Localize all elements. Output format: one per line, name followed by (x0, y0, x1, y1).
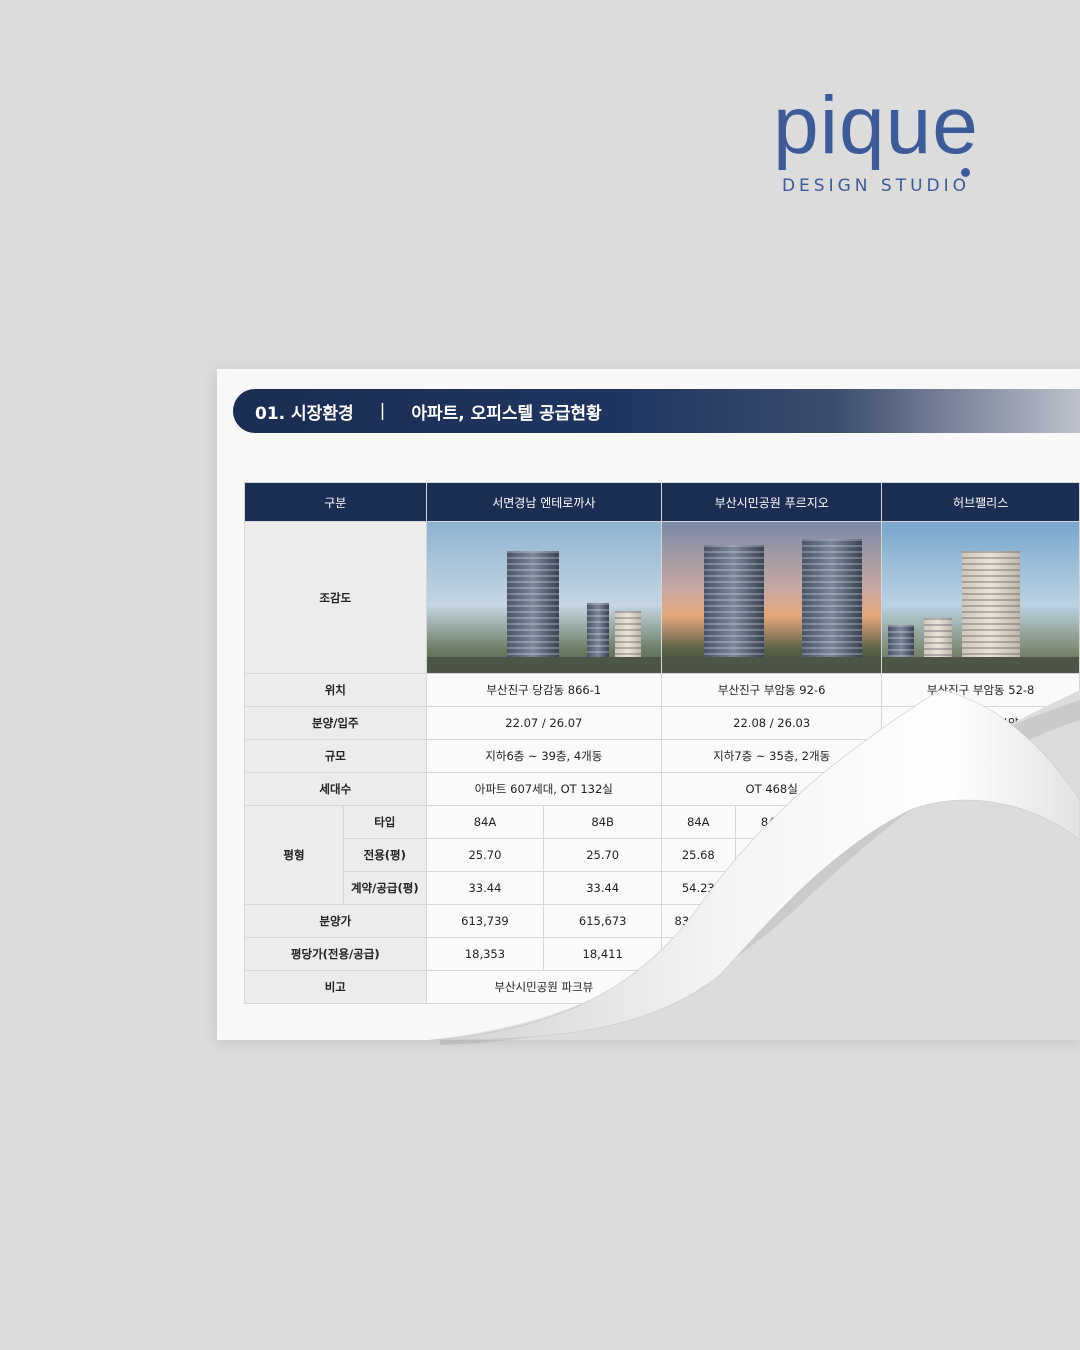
logo-accent-dot (961, 168, 970, 177)
price-cell: 615,673 (543, 904, 663, 938)
type-cell: 84B (734, 805, 810, 839)
schedule-p1: 22.07 / 26.07 (425, 706, 663, 740)
section-number: 01. 시장환경 (255, 403, 354, 424)
households-p3 (881, 772, 1080, 806)
unit-price-cell: 18,411 (543, 937, 663, 971)
scale-p1: 지하6층 ~ 39층, 4개동 (425, 739, 663, 773)
price-cell (808, 904, 883, 938)
type-cell: 84A (425, 805, 545, 839)
unit-price-label: 평당가(전용/공급) (244, 937, 427, 971)
document-sheet: 01. 시장환경 | 아파트, 오피스텔 공급현황 구분 서면경남 엔테로까사 … (217, 369, 1080, 1040)
render-image-3 (881, 521, 1080, 674)
contract-cell (881, 871, 1080, 905)
type-cell (808, 805, 883, 839)
schedule-p3: 24.11 / 후분양 (881, 706, 1080, 740)
header-divider: | (379, 401, 386, 421)
brand-logo: pique DESIGN STUDIO (766, 80, 986, 197)
render-image-2 (661, 521, 883, 674)
unit-price-cell: 18,353 (425, 937, 545, 971)
render-image-1 (425, 521, 663, 674)
scale-label: 규모 (244, 739, 427, 773)
type-cell (881, 805, 1080, 839)
supply-table: 구분 서면경남 엔테로까사 부산시민공원 푸르지오 허브팰리스 조감도 위치 부… (244, 482, 1080, 1004)
exclusive-cell: 25.68 (661, 838, 736, 872)
contract-label: 계약/공급(평) (342, 871, 427, 905)
section-title: 아파트, 오피스텔 공급현황 (411, 403, 602, 424)
type-cell: 84A (661, 805, 736, 839)
price-cell (734, 904, 810, 938)
location-label: 위치 (244, 673, 427, 707)
type-label: 타입 (342, 805, 427, 839)
header-project-2: 부산시민공원 푸르지오 (661, 482, 883, 522)
section-header: 01. 시장환경 | 아파트, 오피스텔 공급현황 (233, 389, 1080, 433)
logo-subtitle: DESIGN STUDIO (781, 176, 971, 196)
scale-p3: ~ 24층 (881, 739, 1080, 773)
type-cell: 84B (543, 805, 663, 839)
households-p2: OT 468실 (661, 772, 883, 806)
note-p2 (661, 970, 883, 1004)
schedule-label: 분양/입주 (244, 706, 427, 740)
price-cell (881, 904, 1080, 938)
contract-cell: 54.23 (661, 871, 736, 905)
unit-price-cell: 3 (661, 937, 736, 971)
price-label: 분양가 (244, 904, 427, 938)
exclusive-label: 전용(평) (342, 838, 427, 872)
exclusive-cell: 25.70 (543, 838, 663, 872)
header-project-3: 허브팰리스 (881, 482, 1080, 522)
exclusive-cell: 25.70 (425, 838, 545, 872)
exclusive-cell (881, 838, 1080, 872)
logo-wordmark: pique (773, 80, 979, 171)
location-p3: 부산진구 부암동 52-8 (881, 673, 1080, 707)
unit-price-cell (734, 937, 810, 971)
contract-cell: 5 (734, 871, 810, 905)
households-p1: 아파트 607세대, OT 132실 (425, 772, 663, 806)
contract-cell (808, 871, 883, 905)
note-p1: 부산시민공원 파크뷰 (425, 970, 663, 1004)
note-p3 (881, 970, 1080, 1004)
price-cell: 839,000 (661, 904, 736, 938)
render-label: 조감도 (244, 521, 427, 674)
unit-price-cell (881, 937, 1080, 971)
unit-price-cell (808, 937, 883, 971)
schedule-p2: 22.08 / 26.03 (661, 706, 883, 740)
price-cell: 613,739 (425, 904, 545, 938)
exclusive-cell: 25.69 (734, 838, 810, 872)
note-label: 비고 (244, 970, 427, 1004)
header-project-1: 서면경남 엔테로까사 (425, 482, 663, 522)
header-label: 구분 (244, 482, 427, 522)
contract-cell: 33.44 (425, 871, 545, 905)
pyeong-label: 평형 (244, 805, 344, 905)
households-label: 세대수 (244, 772, 427, 806)
location-p2: 부산진구 부암동 92-6 (661, 673, 883, 707)
contract-cell: 33.44 (543, 871, 663, 905)
location-p1: 부산진구 당감동 866-1 (425, 673, 663, 707)
scale-p2: 지하7층 ~ 35층, 2개동 (661, 739, 883, 773)
exclusive-cell (808, 838, 883, 872)
